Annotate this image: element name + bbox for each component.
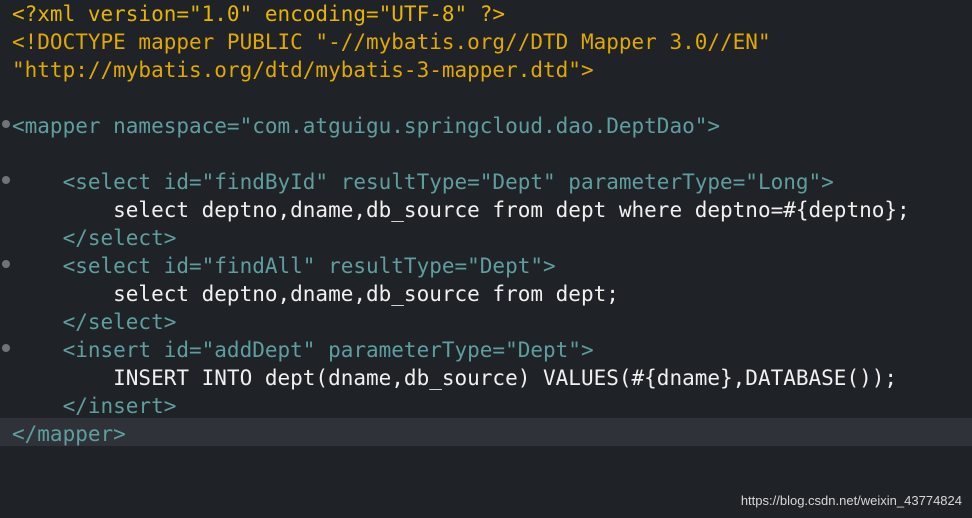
code-line-9[interactable]: </select> [12,224,177,252]
code-line-14[interactable]: INSERT INTO dept(dname,db_source) VALUES… [12,364,897,392]
code-line-8[interactable]: select deptno,dname,db_source from dept … [12,196,910,224]
fold-marker-select-findall[interactable] [2,260,10,268]
watermark-url: https://blog.csdn.net/weixin_43774824 [740,493,962,508]
code-line-2[interactable]: <!DOCTYPE mapper PUBLIC "-//mybatis.org/… [12,28,771,56]
code-line-11[interactable]: select deptno,dname,db_source from dept; [12,280,619,308]
fold-marker-select-findbyid[interactable] [2,176,10,184]
code-line-3[interactable]: "http://mybatis.org/dtd/mybatis-3-mapper… [12,56,594,84]
code-line-5[interactable]: <mapper namespace="com.atguigu.springclo… [12,112,720,140]
fold-marker-insert-adddept[interactable] [2,344,10,352]
code-line-7[interactable]: <select id="findById" resultType="Dept" … [12,168,834,196]
code-line-12[interactable]: </select> [12,308,177,336]
code-line-15[interactable]: </insert> [12,392,177,420]
code-line-1[interactable]: <?xml version="1.0" encoding="UTF-8" ?> [12,0,505,28]
code-line-10[interactable]: <select id="findAll" resultType="Dept"> [12,252,556,280]
code-line-16[interactable]: </mapper> [12,420,126,448]
fold-marker-mapper[interactable] [2,120,10,128]
current-line-highlight [0,418,972,446]
code-editor[interactable]: <?xml version="1.0" encoding="UTF-8" ?> … [0,0,972,518]
code-line-13[interactable]: <insert id="addDept" parameterType="Dept… [12,336,594,364]
